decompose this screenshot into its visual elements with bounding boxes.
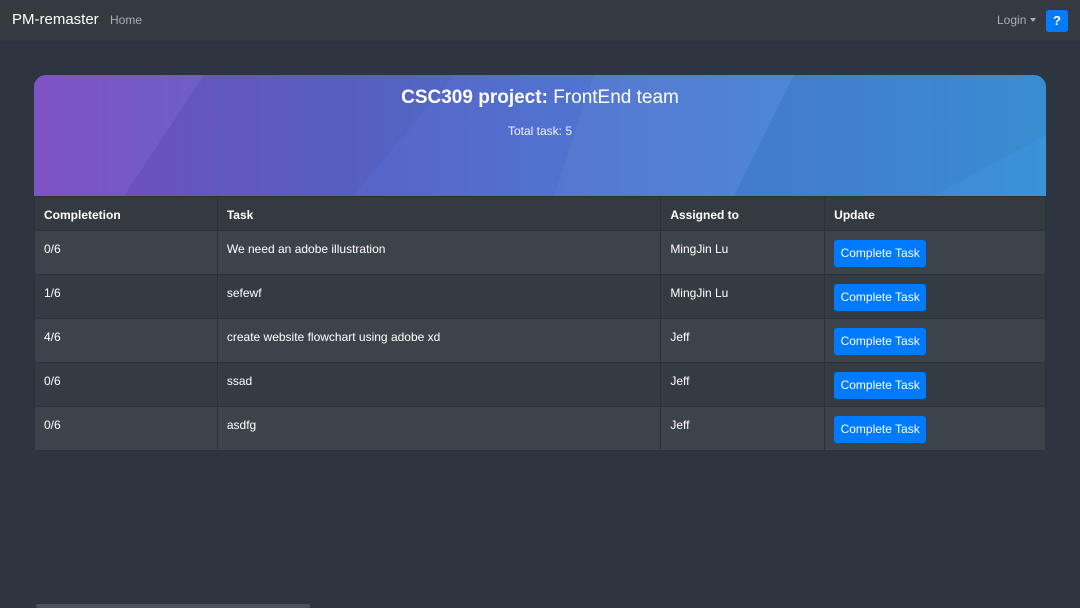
total-tasks-count: Total task: 5 (507, 124, 573, 138)
complete-task-button[interactable]: Complete Task (834, 328, 927, 355)
cell-assigned: MingJin Lu (660, 274, 826, 319)
cell-assigned: Jeff (660, 362, 826, 407)
top-navbar: PM-remaster Home Login ? (0, 0, 1080, 42)
cell-task: ssad (216, 362, 662, 407)
header-update: Update (824, 196, 1046, 231)
cell-assigned: Jeff (660, 406, 826, 451)
project-banner: CSC309 project: FrontEnd team Total task… (34, 75, 1046, 196)
project-title: CSC309 project: FrontEnd team (34, 87, 1046, 109)
header-completion: Completetion (34, 196, 218, 231)
table-row: 1/6 sefewf MingJin Lu Complete Task (34, 274, 1046, 319)
table-row: 0/6 asdfg Jeff Complete Task (34, 406, 1046, 451)
cell-task: asdfg (216, 406, 662, 451)
caret-down-icon (1030, 17, 1037, 22)
task-table: Completetion Task Assigned to Update 0/6… (34, 196, 1046, 451)
nav-home-link[interactable]: Home (110, 13, 142, 27)
cell-assigned: Jeff (660, 318, 826, 363)
cell-completion: 1/6 (34, 274, 218, 319)
cell-completion: 4/6 (34, 318, 218, 363)
table-row: 0/6 ssad Jeff Complete Task (34, 362, 1046, 407)
cell-completion: 0/6 (34, 406, 218, 451)
complete-task-button[interactable]: Complete Task (834, 240, 927, 267)
cell-completion: 0/6 (34, 362, 218, 407)
cell-update: Complete Task (824, 230, 1046, 275)
team-name: FrontEnd team (553, 87, 679, 108)
table-row: 4/6 create website flowchart using adobe… (34, 318, 1046, 363)
header-task: Task (216, 196, 662, 231)
login-dropdown[interactable]: Login (997, 13, 1037, 27)
complete-task-button[interactable]: Complete Task (834, 416, 927, 443)
cell-completion: 0/6 (34, 230, 218, 275)
cell-assigned: MingJin Lu (660, 230, 826, 275)
cell-task: create website flowchart using adobe xd (216, 318, 662, 363)
complete-task-button[interactable]: Complete Task (834, 284, 927, 311)
horizontal-scrollbar[interactable] (36, 604, 310, 608)
project-title-prefix: CSC309 project: (401, 87, 548, 108)
cell-update: Complete Task (824, 274, 1046, 319)
cell-update: Complete Task (824, 362, 1046, 407)
brand-logo[interactable]: PM-remaster (12, 11, 99, 28)
project-card: CSC309 project: FrontEnd team Total task… (34, 75, 1046, 451)
login-label: Login (997, 13, 1027, 27)
table-header-row: Completetion Task Assigned to Update (34, 196, 1046, 231)
complete-task-button[interactable]: Complete Task (834, 372, 927, 399)
cell-task: We need an adobe illustration (216, 230, 662, 275)
cell-update: Complete Task (824, 406, 1046, 451)
header-assigned-to: Assigned to (660, 196, 826, 231)
cell-update: Complete Task (824, 318, 1046, 363)
help-button[interactable]: ? (1046, 10, 1068, 32)
table-row: 0/6 We need an adobe illustration MingJi… (34, 230, 1046, 275)
cell-task: sefewf (216, 274, 662, 319)
